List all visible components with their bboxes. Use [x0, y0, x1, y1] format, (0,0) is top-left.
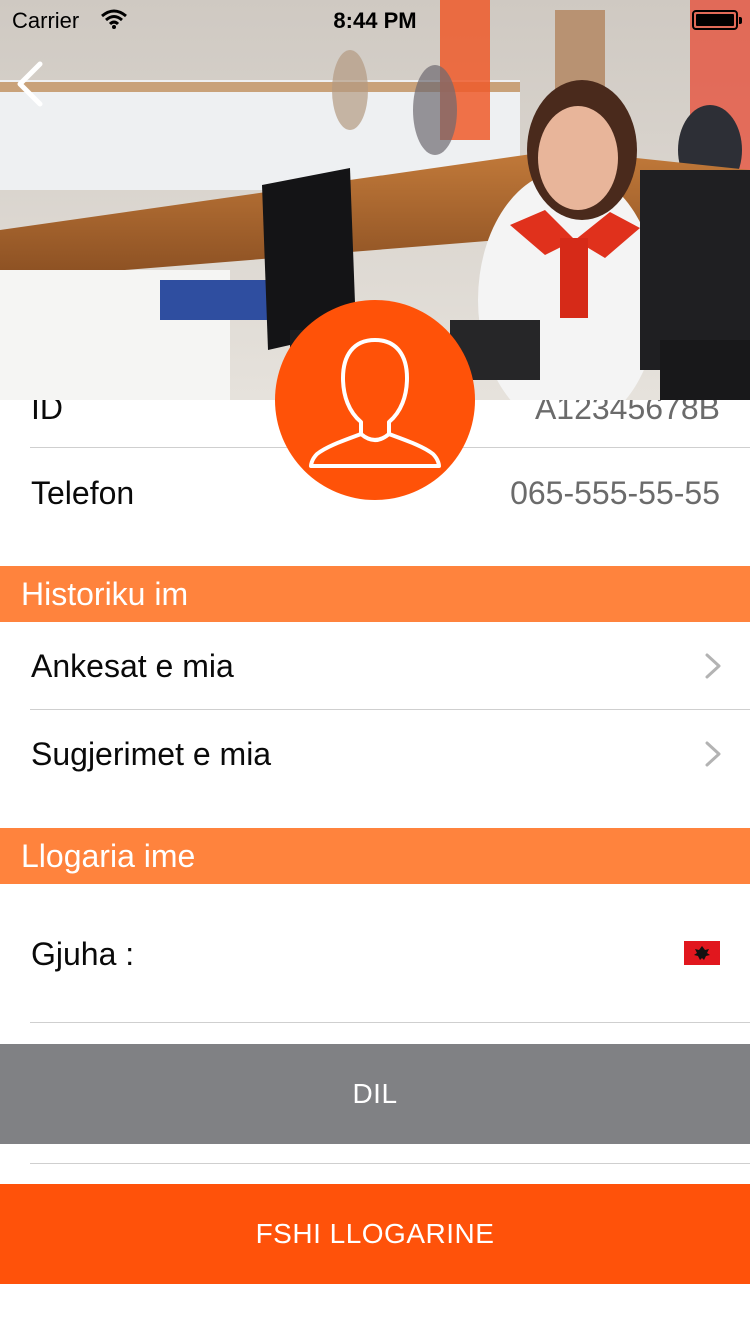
clock: 8:44 PM [333, 8, 417, 33]
history-item-complaints[interactable]: Ankesat e mia [30, 622, 750, 710]
row-divider [30, 1163, 750, 1164]
row-divider [30, 1022, 750, 1023]
chevron-right-icon [705, 741, 721, 767]
list-item-label: Ankesat e mia [31, 648, 234, 684]
id-value: A12345678B [534, 390, 720, 426]
chevron-right-icon [705, 653, 721, 679]
profile-avatar[interactable] [275, 300, 475, 500]
user-silhouette-icon [309, 338, 441, 468]
section-header-history: Historiku im [0, 566, 750, 622]
phone-value: 065-555-55-55 [510, 475, 720, 511]
id-label: ID [31, 390, 63, 426]
history-item-suggestions[interactable]: Sugjerimet e mia [30, 710, 750, 798]
language-label: Gjuha : [31, 936, 135, 972]
albania-flag-icon[interactable] [684, 941, 720, 965]
back-button-overlay[interactable] [14, 60, 54, 108]
status-bar-overlay: Carrier 8:44 PM [0, 0, 750, 40]
phone-label: Telefon [31, 475, 135, 511]
logout-button[interactable]: DIL [0, 1044, 750, 1144]
chevron-left-icon [17, 61, 43, 107]
delete-account-button[interactable]: FSHI LLOGARINE [0, 1184, 750, 1284]
section-header-account: Llogaria ime [0, 828, 750, 884]
language-row[interactable]: Gjuha : [30, 884, 750, 1022]
list-item-label: Sugjerimet e mia [31, 736, 272, 772]
battery-icon [692, 10, 742, 30]
